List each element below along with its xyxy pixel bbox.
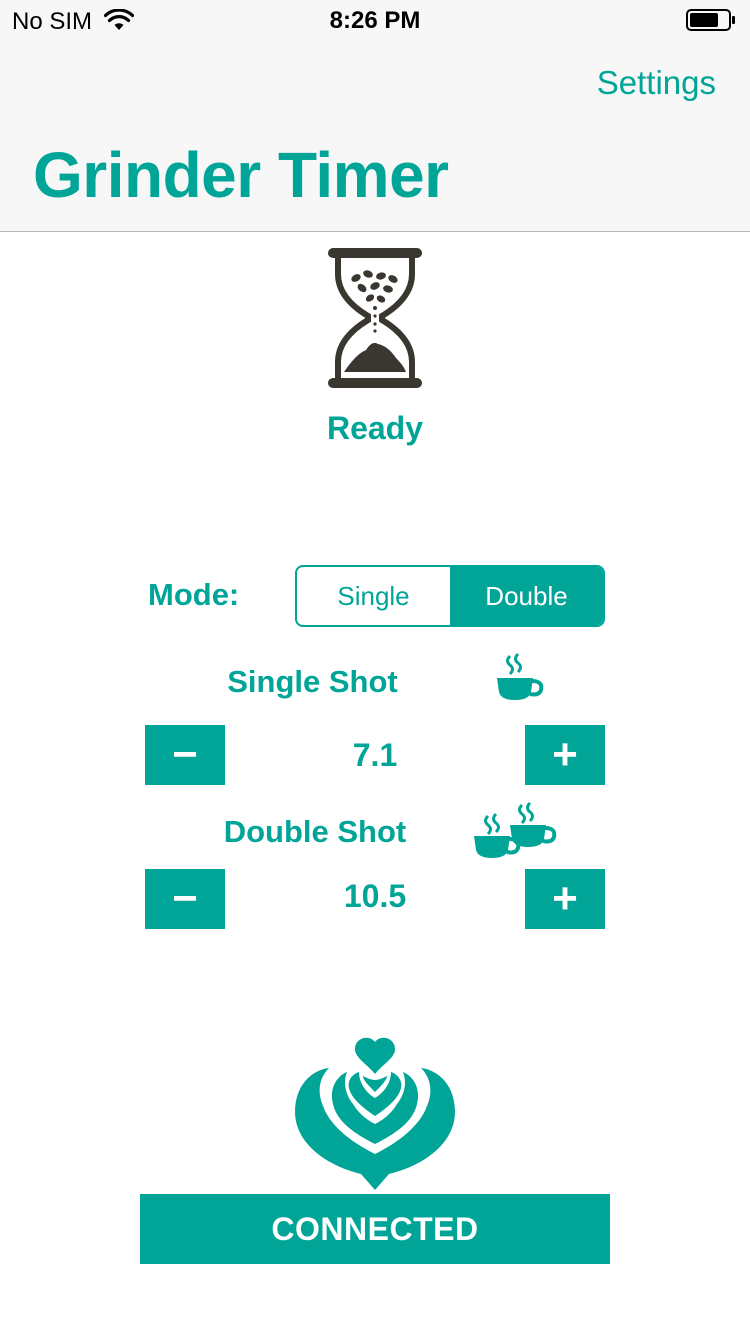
page-title: Grinder Timer [33,139,449,211]
mode-single-option[interactable]: Single [297,567,450,625]
status-bar: No SIM 8:26 PM [0,0,750,40]
timer-status: Ready [326,410,424,446]
connection-button[interactable]: CONNECTED [140,1194,610,1264]
single-shot-decrease-button[interactable]: − [145,725,225,785]
coffee-cup-icon [497,652,544,700]
plus-icon: + [552,874,578,923]
single-shot-label: Single Shot [227,664,398,699]
latte-art-icon [295,1037,455,1190]
single-shot-increase-button[interactable]: + [525,725,605,785]
double-shot-decrease-button[interactable]: − [145,869,225,929]
navigation-bar: Settings Grinder Timer [0,40,750,232]
single-shot-value: 7.1 [352,737,398,773]
plus-icon: + [552,730,578,779]
mode-segmented-control: Single Double [295,565,605,627]
double-shot-value: 10.5 [343,878,407,914]
minus-icon: − [172,874,198,923]
mode-label: Mode: [148,577,240,612]
minus-icon: − [172,730,198,779]
battery-icon [686,9,735,31]
double-shot-label: Double Shot [223,814,407,849]
double-coffee-cup-icon [474,802,557,858]
clock: 8:26 PM [329,7,421,34]
double-shot-increase-button[interactable]: + [525,869,605,929]
hourglass-coffee-icon [328,248,422,388]
mode-double-option[interactable]: Double [450,567,603,625]
settings-button[interactable]: Settings [597,64,716,102]
